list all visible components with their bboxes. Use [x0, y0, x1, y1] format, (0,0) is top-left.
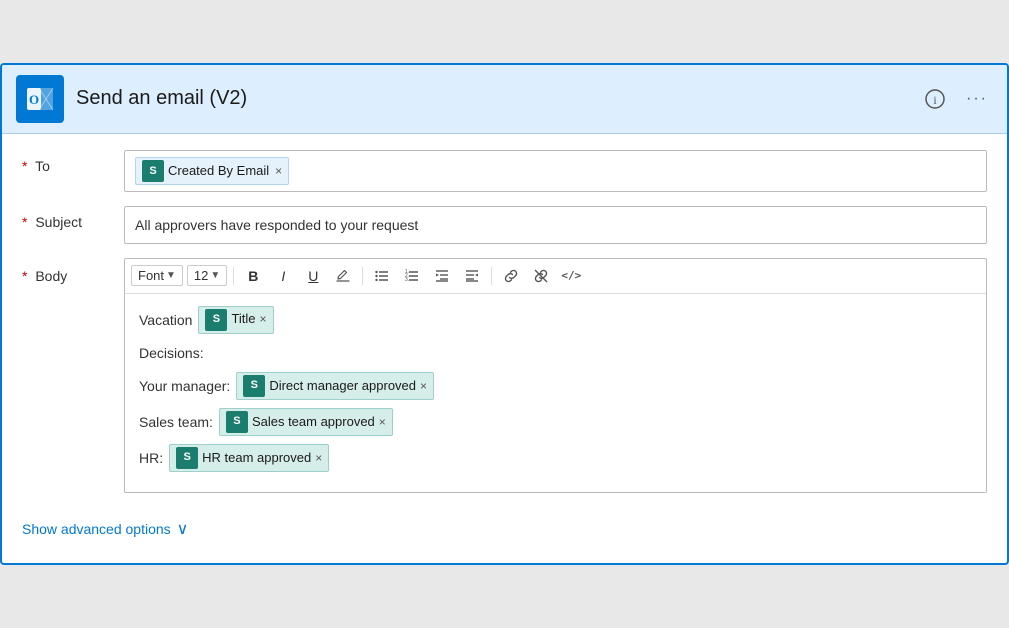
- decisions-text: Decisions:: [139, 342, 204, 364]
- more-options-button[interactable]: ···: [961, 83, 993, 115]
- font-label: Font: [138, 268, 164, 283]
- title-chip: S Title ×: [198, 306, 273, 334]
- manager-chip-close[interactable]: ×: [420, 377, 427, 396]
- underline-button[interactable]: U: [300, 263, 326, 289]
- to-chip-icon: S: [142, 160, 164, 182]
- svg-text:i: i: [933, 93, 937, 107]
- to-row: * To S Created By Email ×: [22, 150, 987, 192]
- subject-value: All approvers have responded to your req…: [135, 217, 418, 233]
- highlight-button[interactable]: [330, 263, 356, 289]
- body-line-manager: Your manager: S Direct manager approved …: [139, 372, 972, 400]
- form-body: * To S Created By Email × * Subject Al: [2, 134, 1007, 563]
- outlook-icon: O: [25, 84, 55, 114]
- manager-chip: S Direct manager approved ×: [236, 372, 434, 400]
- font-select[interactable]: Font ▼: [131, 265, 183, 286]
- to-field[interactable]: S Created By Email ×: [124, 150, 987, 192]
- body-label: * Body: [22, 258, 112, 284]
- indent-right-button[interactable]: [459, 263, 485, 289]
- subject-field[interactable]: All approvers have responded to your req…: [124, 206, 987, 244]
- to-chip: S Created By Email ×: [135, 157, 289, 185]
- sales-chip-icon: S: [226, 411, 248, 433]
- num-list-button[interactable]: 1.2.3.: [399, 263, 425, 289]
- body-line-decisions: Decisions:: [139, 342, 972, 364]
- editor-content-area[interactable]: Vacation S Title × Decisions: Your manag: [125, 294, 986, 492]
- sales-prefix-text: Sales team:: [139, 411, 213, 433]
- sales-chip: S Sales team approved ×: [219, 408, 393, 436]
- toolbar-divider-3: [491, 267, 492, 285]
- show-advanced-icon: ∨: [177, 519, 189, 539]
- sales-chip-close[interactable]: ×: [379, 413, 386, 432]
- editor-toolbar: Font ▼ 12 ▼ B I U: [125, 259, 986, 294]
- subject-required-star: *: [22, 214, 27, 230]
- to-required-star: *: [22, 158, 27, 174]
- toolbar-divider-2: [362, 267, 363, 285]
- hr-chip: S HR team approved ×: [169, 444, 329, 472]
- font-size-select[interactable]: 12 ▼: [187, 265, 227, 286]
- body-line-vacation: Vacation S Title ×: [139, 306, 972, 334]
- card-header: O Send an email (V2) i ···: [2, 65, 1007, 134]
- font-arrow: ▼: [166, 270, 176, 281]
- send-email-card: O Send an email (V2) i ··· *: [0, 63, 1009, 565]
- sales-chip-label: Sales team approved: [252, 412, 375, 433]
- code-button[interactable]: </>: [558, 263, 584, 289]
- title-chip-label: Title: [231, 309, 255, 330]
- manager-chip-icon: S: [243, 375, 265, 397]
- app-icon-box: O: [16, 75, 64, 123]
- to-label: * To: [22, 150, 112, 174]
- to-chip-close[interactable]: ×: [275, 164, 282, 178]
- unlink-button[interactable]: [528, 263, 554, 289]
- header-actions: i ···: [919, 83, 993, 115]
- hr-chip-close[interactable]: ×: [315, 449, 322, 468]
- subject-row: * Subject All approvers have responded t…: [22, 206, 987, 244]
- show-advanced-label: Show advanced options: [22, 521, 171, 537]
- svg-text:3.: 3.: [405, 277, 409, 283]
- title-chip-close[interactable]: ×: [260, 310, 267, 329]
- info-button[interactable]: i: [919, 83, 951, 115]
- to-chip-label: Created By Email: [168, 163, 269, 178]
- body-editor[interactable]: Font ▼ 12 ▼ B I U: [124, 258, 987, 493]
- hr-prefix-text: HR:: [139, 447, 163, 469]
- title-chip-icon: S: [205, 309, 227, 331]
- vacation-text: Vacation: [139, 309, 192, 331]
- body-line-sales: Sales team: S Sales team approved ×: [139, 408, 972, 436]
- body-required-star: *: [22, 268, 27, 284]
- hr-chip-label: HR team approved: [202, 448, 311, 469]
- manager-chip-label: Direct manager approved: [269, 376, 416, 397]
- toolbar-divider-1: [233, 267, 234, 285]
- manager-prefix-text: Your manager:: [139, 375, 230, 397]
- font-size-label: 12: [194, 268, 208, 283]
- subject-label: * Subject: [22, 206, 112, 230]
- body-row: * Body Font ▼ 12 ▼ B I U: [22, 258, 987, 493]
- show-advanced-button[interactable]: Show advanced options ∨: [22, 507, 987, 543]
- header-title: Send an email (V2): [76, 87, 907, 110]
- italic-button[interactable]: I: [270, 263, 296, 289]
- bullet-list-button[interactable]: [369, 263, 395, 289]
- hr-chip-icon: S: [176, 447, 198, 469]
- body-line-hr: HR: S HR team approved ×: [139, 444, 972, 472]
- indent-left-button[interactable]: [429, 263, 455, 289]
- font-size-arrow: ▼: [210, 270, 220, 281]
- bold-button[interactable]: B: [240, 263, 266, 289]
- svg-text:O: O: [29, 92, 39, 107]
- link-button[interactable]: [498, 263, 524, 289]
